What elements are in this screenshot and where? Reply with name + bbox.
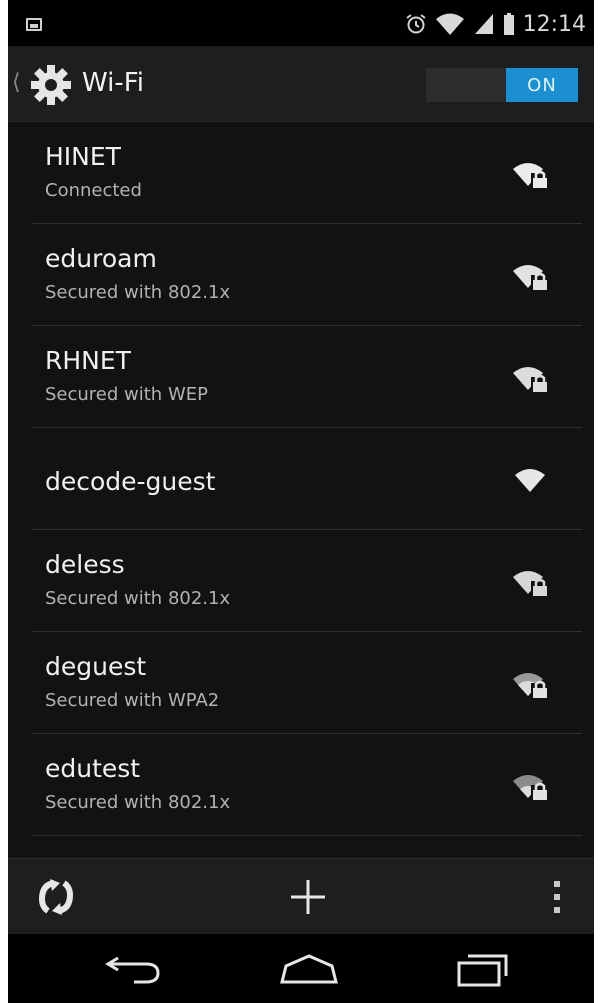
network-name: eduroam [45, 244, 157, 273]
network-item-deless[interactable]: deless Secured with 802.1x [8, 530, 594, 632]
network-name: deless [45, 550, 125, 579]
network-status: Connected [45, 180, 142, 201]
network-item-hinet[interactable]: HINET Connected [8, 122, 594, 224]
home-icon[interactable] [278, 952, 340, 986]
navigation-bar [8, 934, 594, 1003]
back-icon[interactable] [104, 952, 162, 986]
network-name: HINET [45, 142, 121, 171]
network-status: Secured with 802.1x [45, 792, 231, 813]
phone-screen: 12:14 ⟨ Wi-Fi ON HINET Connected eduroam… [8, 0, 594, 1003]
status-time: 12:14 [522, 11, 586, 37]
wps-refresh-icon[interactable] [34, 877, 78, 917]
screenshot-notification-icon [26, 18, 42, 31]
wifi-signal-icon [435, 13, 464, 35]
network-name: decode-guest [45, 467, 216, 496]
network-item-deguest[interactable]: deguest Secured with WPA2 [8, 632, 594, 734]
status-bar: 12:14 [8, 0, 594, 46]
network-name: RHNET [45, 346, 131, 375]
back-caret-icon[interactable]: ⟨ [12, 72, 21, 94]
network-status: Secured with WPA2 [45, 690, 220, 711]
network-status: Secured with 802.1x [45, 282, 231, 303]
network-status: Secured with WEP [45, 384, 208, 405]
add-network-icon[interactable] [288, 877, 328, 917]
bottom-action-bar [8, 858, 594, 934]
overflow-menu-icon[interactable] [550, 879, 564, 915]
settings-gear-icon[interactable] [28, 62, 74, 108]
wifi-lock-icon [513, 775, 548, 800]
network-item-decode-guest[interactable]: decode-guest [8, 428, 594, 530]
page-title: Wi-Fi [82, 68, 145, 98]
status-icons: 12:14 [405, 10, 586, 38]
wifi-toggle-on-label: ON [506, 68, 578, 102]
wifi-toggle[interactable]: ON [426, 68, 578, 102]
wifi-lock-icon [513, 367, 548, 392]
network-item-edutest[interactable]: edutest Secured with 802.1x [8, 734, 594, 836]
network-status: Secured with 802.1x [45, 588, 231, 609]
network-list: HINET Connected eduroam Secured with 802… [8, 122, 594, 836]
wifi-open-icon [515, 469, 545, 492]
network-item-rhnet[interactable]: RHNET Secured with WEP [8, 326, 594, 428]
alarm-icon [405, 14, 426, 34]
network-item-eduroam[interactable]: eduroam Secured with 802.1x [8, 224, 594, 326]
wifi-lock-icon [513, 163, 548, 188]
wifi-lock-icon [513, 265, 548, 290]
battery-icon [503, 13, 514, 35]
wifi-lock-icon [513, 673, 548, 698]
network-name: deguest [45, 652, 147, 681]
recent-apps-icon[interactable] [454, 950, 512, 988]
cell-signal-icon [474, 14, 493, 34]
network-name: edutest [45, 754, 141, 783]
wifi-lock-icon [513, 571, 548, 596]
action-bar: ⟨ Wi-Fi ON [8, 46, 594, 122]
